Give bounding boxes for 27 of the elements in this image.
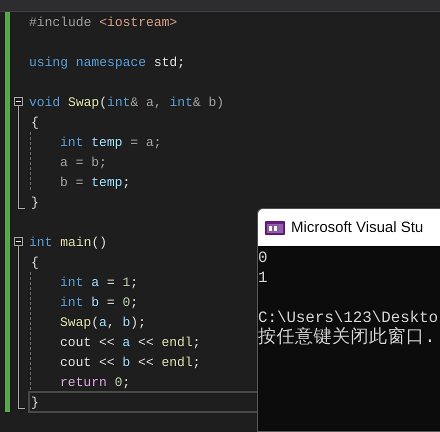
console-output: 0 xyxy=(258,248,268,268)
code-line: return 0; xyxy=(59,374,130,392)
code-line: b = temp; xyxy=(59,174,130,192)
code-line: #include <iostream> xyxy=(29,14,178,32)
code-line: } xyxy=(30,194,39,212)
console-app-icon xyxy=(265,220,285,236)
code-line: cout << b << endl; xyxy=(59,354,200,372)
code-line: { xyxy=(30,254,39,272)
code-line: int a = 1; xyxy=(59,274,138,292)
fold-guide xyxy=(18,292,31,312)
code-line: using namespace std; xyxy=(29,54,186,72)
code-line: Swap(a, b); xyxy=(59,314,146,332)
code-line: int b = 0; xyxy=(59,294,138,312)
fold-guide xyxy=(18,152,31,172)
fold-guide xyxy=(18,332,31,352)
code-line: cout << a << endl; xyxy=(59,334,200,352)
window-title: Microsoft Visual Stu xyxy=(291,219,424,236)
console-output: C:\Users\123\Deskto xyxy=(258,308,440,327)
code-line: int temp = a; xyxy=(59,134,162,152)
code-line: { xyxy=(30,114,39,132)
fold-guide xyxy=(18,312,31,332)
code-line: int main() xyxy=(29,234,108,252)
console-output: 按任意键关闭此窗口. xyxy=(258,328,437,348)
fold-guide xyxy=(18,352,31,372)
code-line: a = b; xyxy=(59,154,107,172)
code-line: void Swap(int& a, int& b) xyxy=(29,94,224,112)
console-output: 1 xyxy=(258,268,268,288)
